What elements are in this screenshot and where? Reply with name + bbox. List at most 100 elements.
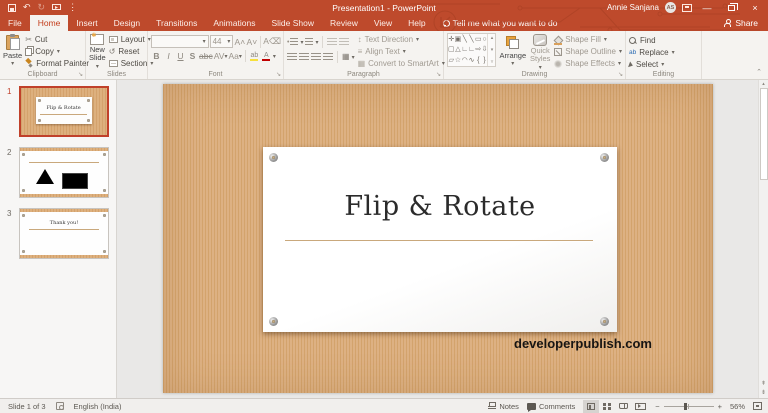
slide-indicator[interactable]: Slide 1 of 3 [8, 402, 46, 411]
shape-icon[interactable]: ☆ [455, 57, 461, 64]
slide-show-button[interactable] [631, 400, 647, 413]
grow-font-button[interactable]: A˄ [234, 36, 246, 48]
tab-review[interactable]: Review [322, 15, 366, 31]
shape-icon[interactable]: } [483, 57, 485, 64]
copy-button[interactable]: Copy ▾ [25, 46, 89, 57]
bullets-icon[interactable]: • [287, 39, 289, 46]
shape-icon[interactable]: ▣ [455, 36, 462, 43]
slide-sorter-button[interactable] [599, 400, 615, 413]
convert-smartart-button[interactable]: ▦ Convert to SmartArt ▾ [358, 58, 445, 69]
shape-icon[interactable]: ▭ [475, 36, 482, 43]
slide-canvas[interactable]: Flip & Rotate developerpublish.com [163, 84, 713, 393]
justify-icon[interactable] [323, 53, 333, 61]
increase-indent-icon[interactable] [339, 38, 350, 46]
strikethrough-button[interactable]: abc [199, 50, 213, 62]
align-right-icon[interactable] [311, 53, 321, 61]
previous-slide-button[interactable]: ⇞ [761, 380, 766, 387]
shape-icon[interactable]: ○ [482, 36, 486, 43]
tab-slide-show[interactable]: Slide Show [263, 15, 322, 31]
font-size-combo[interactable]: 44 ▾ [209, 35, 234, 48]
shape-icon[interactable]: ╲ [463, 36, 467, 43]
ribbon-display-options-icon[interactable] [682, 3, 692, 12]
clear-formatting-button[interactable]: A⌫ [263, 36, 281, 48]
notes-button[interactable]: Notes [488, 402, 519, 411]
new-slide-button[interactable]: New Slide ▾ [89, 32, 106, 70]
select-button[interactable]: Select ▾ [628, 59, 698, 70]
normal-view-button[interactable] [583, 399, 600, 413]
format-painter-button[interactable]: Format Painter [25, 58, 89, 69]
columns-icon[interactable]: ▦ [342, 53, 350, 61]
reset-button[interactable]: ↺ Reset [109, 46, 154, 57]
section-button[interactable]: Section ▾ [108, 58, 153, 69]
paragraph-dialog-launcher[interactable]: ↘ [436, 72, 441, 78]
numbering-icon[interactable] [305, 38, 314, 46]
text-highlight-button[interactable]: ab [249, 50, 260, 62]
vertical-scrollbar[interactable]: ▴ ⇞ ⇟ [758, 80, 768, 398]
title-placeholder-card[interactable]: Flip & Rotate [263, 147, 617, 332]
italic-button[interactable]: I [163, 50, 174, 62]
clipboard-dialog-launcher[interactable]: ↘ [78, 72, 83, 78]
shape-icon[interactable]: ∟ [468, 46, 475, 53]
language-indicator[interactable]: English (India) [74, 402, 122, 411]
tab-insert[interactable]: Insert [68, 15, 105, 31]
tell-me-box[interactable]: Tell me what you want to do [434, 15, 566, 31]
tab-home[interactable]: Home [29, 15, 69, 31]
quick-styles-button[interactable]: Quick Styles ▾ [529, 33, 551, 71]
shape-icon[interactable]: ⇨ [475, 46, 481, 53]
slide-3-thumbnail[interactable]: Thank you! [19, 208, 109, 259]
zoom-slider[interactable] [663, 402, 714, 410]
bold-button[interactable]: B [151, 50, 162, 62]
shapes-more-button[interactable]: ▿ [491, 59, 494, 65]
arrange-button[interactable]: Arrange ▾ [499, 33, 526, 69]
shapes-gallery[interactable]: ✛ ▣ ╲ ╲ ▭ ○ ▢ △ ∟ ∟ ⇨ ⇩ ▱ ☆ ◠ ∿ {} ▴ ▾ … [447, 33, 497, 67]
font-name-combo[interactable]: ▾ [151, 35, 209, 48]
tab-transitions[interactable]: Transitions [148, 15, 205, 31]
find-button[interactable]: Find [629, 35, 698, 46]
zoom-slider-thumb[interactable] [683, 402, 687, 410]
shape-icon[interactable]: ╲ [469, 36, 473, 43]
character-spacing-button[interactable]: AV ▾ [214, 50, 228, 62]
tab-design[interactable]: Design [106, 15, 148, 31]
shapes-scroll-down[interactable]: ▾ [491, 47, 494, 53]
paste-button[interactable]: Paste ▾ [3, 33, 22, 69]
align-center-icon[interactable] [299, 53, 309, 61]
accessibility-checker-icon[interactable] [55, 402, 64, 410]
tab-help[interactable]: Help [400, 15, 433, 31]
font-dialog-launcher[interactable]: ↘ [276, 72, 281, 78]
zoom-percentage[interactable]: 56% [730, 402, 745, 411]
shapes-scroll-up[interactable]: ▴ [491, 35, 494, 41]
text-direction-button[interactable]: ↕ Text Direction ▾ [358, 34, 445, 45]
underline-button[interactable]: U [175, 50, 186, 62]
change-case-button[interactable]: Aa ▾ [228, 50, 241, 62]
shape-effects-button[interactable]: Shape Effects ▾ [554, 58, 622, 69]
shape-icon[interactable]: ∟ [461, 46, 468, 53]
shape-icon[interactable]: ∿ [469, 57, 475, 64]
drawing-dialog-launcher[interactable]: ↘ [618, 72, 623, 78]
zoom-out-button[interactable]: − [655, 402, 659, 411]
text-shadow-button[interactable]: S [187, 50, 198, 62]
shape-icon[interactable]: △ [455, 46, 460, 53]
shape-outline-button[interactable]: Shape Outline ▾ [554, 46, 622, 57]
slide-1-thumbnail[interactable]: Flip & Rotate [19, 86, 109, 137]
collapse-ribbon-button[interactable]: ⌃ [756, 68, 762, 76]
tab-file[interactable]: File [0, 15, 30, 31]
scroll-up-arrow[interactable]: ▴ [762, 80, 765, 88]
font-color-button[interactable]: A [261, 50, 272, 62]
zoom-in-button[interactable]: + [718, 402, 722, 411]
tab-animations[interactable]: Animations [205, 15, 263, 31]
align-text-button[interactable]: ≡ Align Text ▾ [358, 46, 445, 57]
shape-icon[interactable]: { [477, 57, 479, 64]
comments-button[interactable]: Comments [526, 402, 575, 412]
replace-button[interactable]: ab Replace ▾ [629, 47, 698, 58]
layout-button[interactable]: Layout ▾ [108, 34, 154, 45]
shape-fill-button[interactable]: Shape Fill ▾ [554, 34, 622, 45]
shape-icon[interactable]: ▱ [449, 57, 454, 64]
slide-2-thumbnail[interactable] [19, 147, 109, 198]
cut-button[interactable]: ✂ Cut [25, 34, 89, 45]
shape-icon[interactable]: ✛ [448, 36, 454, 43]
next-slide-button[interactable]: ⇟ [761, 389, 766, 396]
slide-title-text[interactable]: Flip & Rotate [263, 191, 617, 222]
shrink-font-button[interactable]: A˅ [246, 36, 258, 48]
fit-to-window-icon[interactable] [753, 402, 762, 410]
tab-view[interactable]: View [366, 15, 400, 31]
